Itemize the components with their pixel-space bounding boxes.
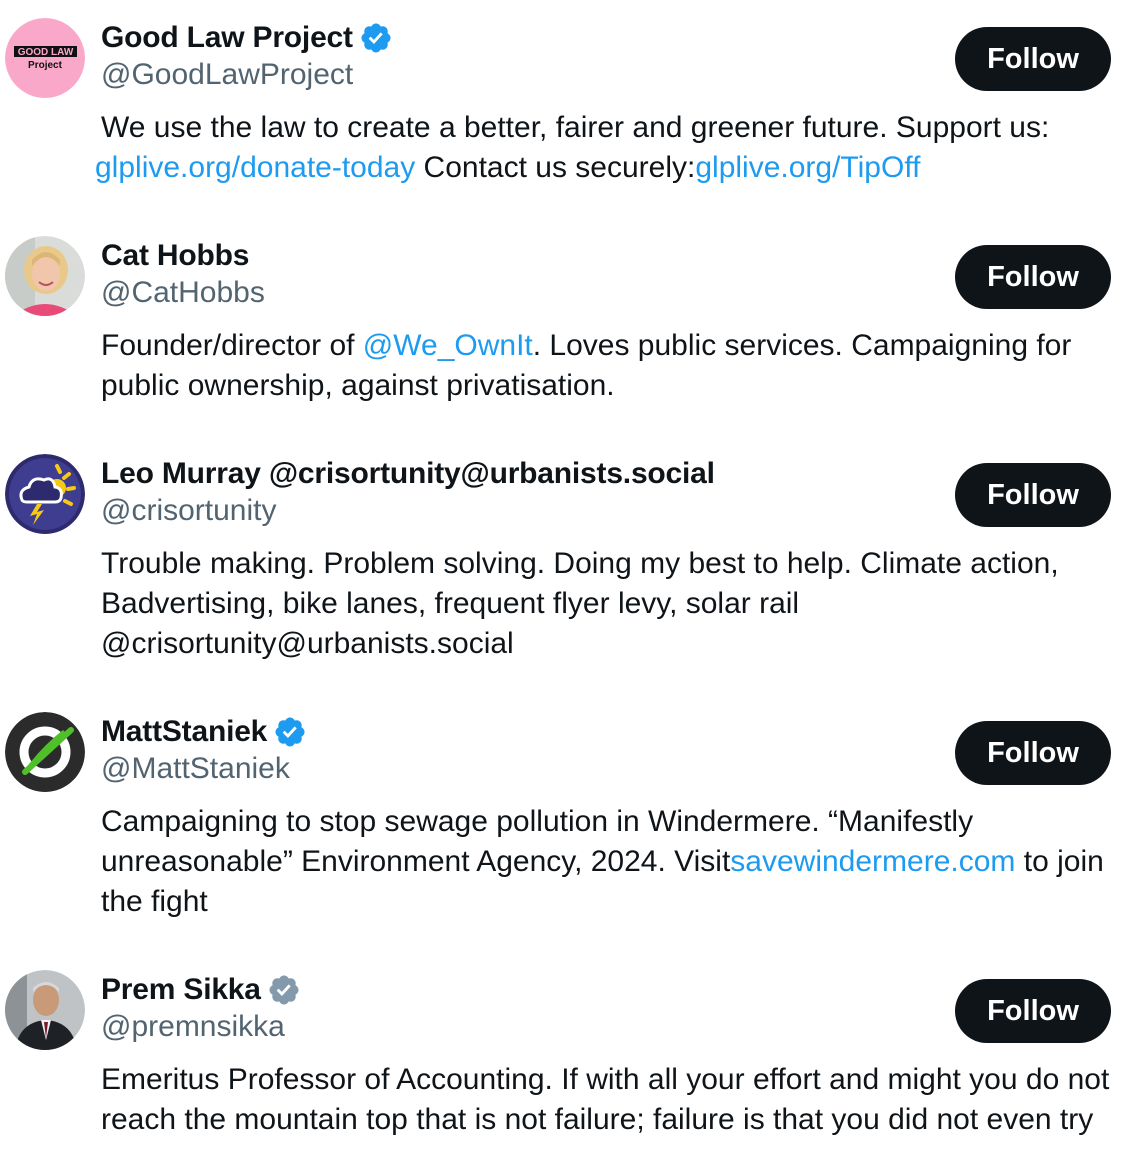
avatar-logo-text-top: GOOD LAW bbox=[18, 47, 74, 58]
bio-link-tipoff[interactable]: glplive.org/TipOff bbox=[695, 151, 920, 184]
who-to-follow-list: GOOD LAW Project Good Law Project @GoodL… bbox=[0, 0, 1128, 1156]
bio: Founder/director of @We_OwnIt. Loves pub… bbox=[101, 326, 1111, 406]
handle[interactable]: @GoodLawProject bbox=[101, 58, 353, 92]
follow-button[interactable]: Follow bbox=[955, 245, 1111, 309]
name-row: Leo Murray @crisortunity@urbanists.socia… bbox=[101, 452, 715, 496]
handle[interactable]: @CatHobbs bbox=[101, 276, 265, 310]
bio-text: Emeritus Professor of Accounting. If wit… bbox=[101, 1063, 1110, 1136]
bio: We use the law to create a better, faire… bbox=[95, 108, 1111, 188]
bio-link-savewindermere[interactable]: savewindermere.com bbox=[730, 845, 1015, 878]
avatar[interactable] bbox=[5, 454, 85, 534]
display-name[interactable]: Good Law Project bbox=[101, 21, 353, 55]
bio-text: Founder/director of bbox=[101, 329, 363, 362]
name-row: Good Law Project bbox=[101, 16, 393, 60]
avatar[interactable]: GOOD LAW Project bbox=[5, 18, 85, 98]
display-name[interactable]: MattStaniek bbox=[101, 715, 267, 749]
account-card-mattstaniek[interactable]: MattStaniek @MattStaniek Follow Campaign… bbox=[0, 712, 1128, 942]
avatar-logo-text-bottom: Project bbox=[28, 60, 63, 71]
display-name[interactable]: Leo Murray @crisortunity@urbanists.socia… bbox=[101, 457, 715, 491]
bio: Campaigning to stop sewage pollution in … bbox=[101, 802, 1111, 922]
verified-badge-icon bbox=[273, 715, 307, 749]
follow-button[interactable]: Follow bbox=[955, 463, 1111, 527]
avatar[interactable] bbox=[5, 236, 85, 316]
follow-button[interactable]: Follow bbox=[955, 979, 1111, 1043]
verified-badge-icon bbox=[359, 21, 393, 55]
bio-text: Trouble making. Problem solving. Doing m… bbox=[101, 547, 1059, 660]
bio-text: Contact us securely: bbox=[415, 151, 696, 184]
handle[interactable]: @premnsikka bbox=[101, 1010, 285, 1044]
account-card-goodlawproject[interactable]: GOOD LAW Project Good Law Project @GoodL… bbox=[0, 18, 1128, 208]
avatar[interactable] bbox=[5, 970, 85, 1050]
verified-badge-icon bbox=[267, 973, 301, 1007]
handle[interactable]: @MattStaniek bbox=[101, 752, 290, 786]
bio-line-2: glplive.org/donate-today Contact us secu… bbox=[95, 148, 1111, 188]
account-card-cathobbs[interactable]: Cat Hobbs @CatHobbs Follow Founder/direc… bbox=[0, 236, 1128, 426]
name-row: MattStaniek bbox=[101, 710, 307, 754]
display-name[interactable]: Prem Sikka bbox=[101, 973, 261, 1007]
bio-text: We use the law to create a better, faire… bbox=[101, 111, 1050, 144]
account-card-crisortunity[interactable]: Leo Murray @crisortunity@urbanists.socia… bbox=[0, 454, 1128, 684]
avatar[interactable] bbox=[5, 712, 85, 792]
follow-button[interactable]: Follow bbox=[955, 721, 1111, 785]
follow-button[interactable]: Follow bbox=[955, 27, 1111, 91]
display-name[interactable]: Cat Hobbs bbox=[101, 239, 249, 273]
name-row: Prem Sikka bbox=[101, 968, 301, 1012]
handle[interactable]: @crisortunity bbox=[101, 494, 277, 528]
name-row: Cat Hobbs bbox=[101, 234, 249, 278]
bio-link-donate[interactable]: glplive.org/donate-today bbox=[95, 151, 415, 184]
bio-mention-we-ownit[interactable]: @We_OwnIt bbox=[363, 329, 533, 362]
account-card-premnsikka[interactable]: Prem Sikka @premnsikka Follow Emeritus P… bbox=[0, 970, 1128, 1156]
